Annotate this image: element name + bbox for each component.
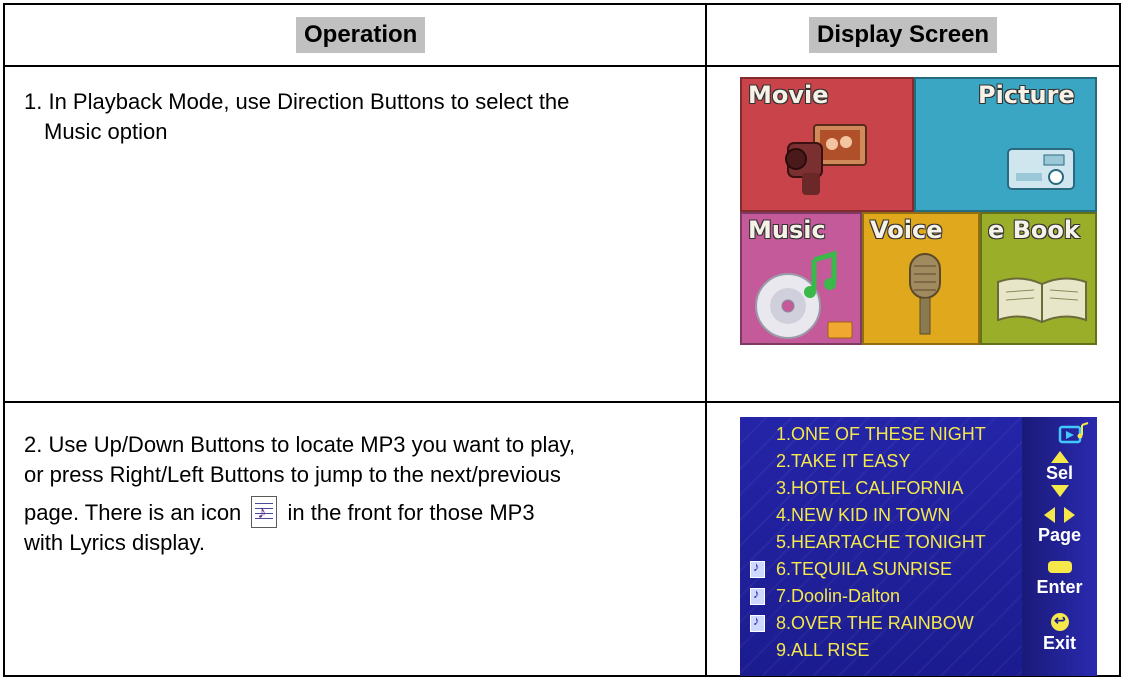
- step-2-line-3: page. There is an icon ♪ in the front fo…: [24, 496, 702, 528]
- list-item[interactable]: 4.NEW KID IN TOWN: [776, 504, 950, 526]
- list-item[interactable]: 6.TEQUILA SUNRISE: [776, 558, 952, 580]
- table-border-right: [1119, 3, 1121, 677]
- camera-icon: [1007, 148, 1075, 190]
- step-2-line-3b: in the front for those MP3: [287, 500, 535, 525]
- sel-label: Sel: [1045, 463, 1074, 483]
- display-screen-header: Display Screen: [809, 17, 998, 53]
- movie-tile[interactable]: Movie: [740, 77, 914, 212]
- exit-label: Exit: [1042, 633, 1076, 653]
- picture-label: Picture: [978, 81, 1075, 109]
- page-label: Page: [1037, 525, 1082, 545]
- music-label: Music: [748, 216, 826, 244]
- step-2-text: 2. Use Up/Down Buttons to locate MP3 you…: [24, 430, 702, 558]
- step-1-line-2: Music option: [44, 119, 168, 144]
- header-divider: [3, 65, 1121, 67]
- voice-label: Voice: [870, 216, 943, 244]
- step-1-text: 1. In Playback Mode, use Direction Butto…: [24, 87, 694, 147]
- music-tile[interactable]: Music: [740, 212, 862, 345]
- down-arrow-icon: [1051, 485, 1069, 497]
- lyrics-marker-icon: [750, 613, 765, 632]
- left-arrow-icon: [1044, 507, 1055, 523]
- lyrics-marker-icon: [750, 559, 765, 578]
- list-item[interactable]: 5.HEARTACHE TONIGHT: [776, 531, 986, 553]
- list-item[interactable]: 9.ALL RISE: [776, 639, 869, 661]
- list-item[interactable]: 8.OVER THE RAINBOW: [776, 612, 974, 634]
- up-arrow-icon: [1051, 451, 1069, 463]
- cd-music-icon: [755, 250, 853, 339]
- list-item[interactable]: 2.TAKE IT EASY: [776, 450, 910, 472]
- lyrics-marker-icon: [750, 586, 765, 605]
- list-item[interactable]: 3.HOTEL CALIFORNIA: [776, 477, 963, 499]
- table-column-divider: [705, 3, 707, 677]
- step-1-line-1: 1. In Playback Mode, use Direction Butto…: [24, 89, 570, 114]
- camcorder-icon: [785, 124, 867, 195]
- music-list-screen: 1.ONE OF THESE NIGHT 2.TAKE IT EASY 3.HO…: [740, 417, 1097, 676]
- step-2-line-2: or press Right/Left Buttons to jump to t…: [24, 462, 561, 487]
- ebook-tile[interactable]: e Book: [980, 212, 1097, 345]
- exit-return-icon: ↩: [1051, 612, 1069, 631]
- movie-label: Movie: [748, 81, 829, 109]
- step-2-line-4: with Lyrics display.: [24, 530, 205, 555]
- step-2-line-1: 2. Use Up/Down Buttons to locate MP3 you…: [24, 432, 576, 457]
- table-border-left: [3, 3, 5, 677]
- row-divider: [3, 401, 1121, 403]
- step-2-line-3a: page. There is an icon: [24, 500, 242, 525]
- list-item[interactable]: 1.ONE OF THESE NIGHT: [776, 423, 986, 445]
- control-hints-panel: Sel Page Enter ↩ Exit: [1022, 417, 1097, 676]
- music-folder-icon: [1058, 422, 1089, 444]
- playback-menu-screen: Movie Picture Music Voice e Book: [740, 77, 1097, 345]
- book-icon: [997, 277, 1087, 324]
- enter-label: Enter: [1036, 577, 1083, 597]
- list-item[interactable]: 7.Doolin-Dalton: [776, 585, 900, 607]
- picture-tile[interactable]: Picture: [914, 77, 1097, 212]
- lyrics-file-icon: ♪: [251, 496, 278, 528]
- operation-header: Operation: [296, 17, 426, 53]
- table-border-top: [3, 3, 1121, 5]
- ebook-label: e Book: [988, 216, 1080, 244]
- microphone-icon: [909, 253, 941, 335]
- right-arrow-icon: [1064, 507, 1075, 523]
- enter-button-icon: [1048, 561, 1072, 573]
- voice-tile[interactable]: Voice: [862, 212, 980, 345]
